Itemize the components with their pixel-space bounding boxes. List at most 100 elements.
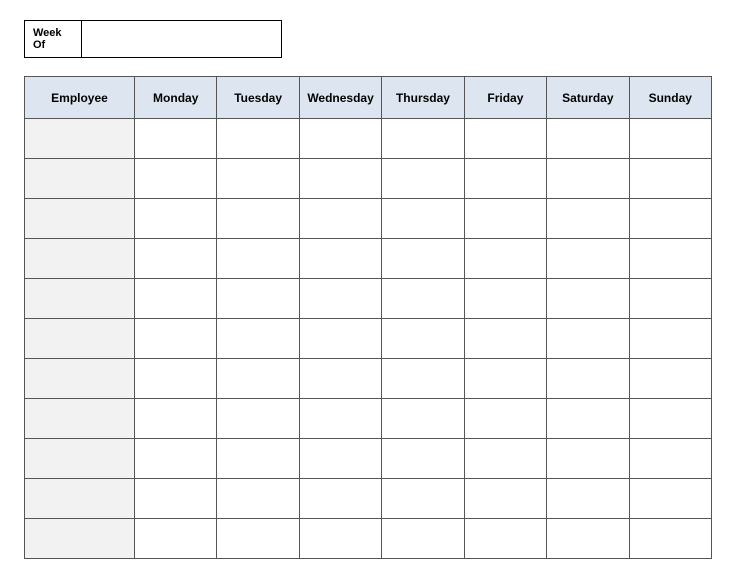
- header-thursday: Thursday: [382, 77, 464, 119]
- day-cell[interactable]: [135, 399, 217, 439]
- table-row: [25, 239, 712, 279]
- day-cell[interactable]: [464, 319, 546, 359]
- day-cell[interactable]: [217, 119, 299, 159]
- day-cell[interactable]: [547, 319, 629, 359]
- header-friday: Friday: [464, 77, 546, 119]
- employee-cell[interactable]: [25, 359, 135, 399]
- employee-cell[interactable]: [25, 439, 135, 479]
- header-wednesday: Wednesday: [299, 77, 381, 119]
- employee-cell[interactable]: [25, 199, 135, 239]
- header-tuesday: Tuesday: [217, 77, 299, 119]
- day-cell[interactable]: [299, 159, 381, 199]
- day-cell[interactable]: [629, 279, 711, 319]
- day-cell[interactable]: [217, 279, 299, 319]
- day-cell[interactable]: [382, 359, 464, 399]
- day-cell[interactable]: [382, 159, 464, 199]
- weekof-value[interactable]: [82, 20, 282, 58]
- day-cell[interactable]: [629, 159, 711, 199]
- day-cell[interactable]: [299, 239, 381, 279]
- table-row: [25, 119, 712, 159]
- day-cell[interactable]: [217, 479, 299, 519]
- day-cell[interactable]: [135, 119, 217, 159]
- day-cell[interactable]: [382, 319, 464, 359]
- table-row: [25, 319, 712, 359]
- day-cell[interactable]: [382, 399, 464, 439]
- day-cell[interactable]: [547, 479, 629, 519]
- day-cell[interactable]: [547, 159, 629, 199]
- day-cell[interactable]: [629, 479, 711, 519]
- day-cell[interactable]: [464, 119, 546, 159]
- day-cell[interactable]: [464, 159, 546, 199]
- day-cell[interactable]: [135, 359, 217, 399]
- day-cell[interactable]: [299, 279, 381, 319]
- day-cell[interactable]: [382, 199, 464, 239]
- day-cell[interactable]: [547, 399, 629, 439]
- day-cell[interactable]: [547, 359, 629, 399]
- day-cell[interactable]: [629, 119, 711, 159]
- day-cell[interactable]: [217, 399, 299, 439]
- employee-cell[interactable]: [25, 159, 135, 199]
- day-cell[interactable]: [135, 439, 217, 479]
- day-cell[interactable]: [135, 199, 217, 239]
- day-cell[interactable]: [629, 319, 711, 359]
- day-cell[interactable]: [217, 319, 299, 359]
- day-cell[interactable]: [135, 319, 217, 359]
- day-cell[interactable]: [382, 239, 464, 279]
- day-cell[interactable]: [299, 519, 381, 559]
- day-cell[interactable]: [217, 519, 299, 559]
- day-cell[interactable]: [629, 359, 711, 399]
- employee-cell[interactable]: [25, 399, 135, 439]
- day-cell[interactable]: [629, 519, 711, 559]
- day-cell[interactable]: [217, 239, 299, 279]
- table-row: [25, 279, 712, 319]
- day-cell[interactable]: [135, 479, 217, 519]
- schedule-body: [25, 119, 712, 559]
- day-cell[interactable]: [464, 199, 546, 239]
- table-row: [25, 199, 712, 239]
- day-cell[interactable]: [217, 439, 299, 479]
- day-cell[interactable]: [135, 159, 217, 199]
- day-cell[interactable]: [464, 399, 546, 439]
- day-cell[interactable]: [382, 479, 464, 519]
- day-cell[interactable]: [629, 239, 711, 279]
- employee-cell[interactable]: [25, 279, 135, 319]
- day-cell[interactable]: [382, 519, 464, 559]
- day-cell[interactable]: [382, 279, 464, 319]
- day-cell[interactable]: [547, 279, 629, 319]
- day-cell[interactable]: [547, 519, 629, 559]
- day-cell[interactable]: [629, 439, 711, 479]
- employee-cell[interactable]: [25, 239, 135, 279]
- day-cell[interactable]: [299, 479, 381, 519]
- day-cell[interactable]: [299, 119, 381, 159]
- day-cell[interactable]: [217, 359, 299, 399]
- day-cell[interactable]: [464, 479, 546, 519]
- day-cell[interactable]: [135, 519, 217, 559]
- employee-cell[interactable]: [25, 519, 135, 559]
- day-cell[interactable]: [135, 279, 217, 319]
- day-cell[interactable]: [217, 159, 299, 199]
- day-cell[interactable]: [382, 439, 464, 479]
- employee-cell[interactable]: [25, 319, 135, 359]
- day-cell[interactable]: [464, 439, 546, 479]
- day-cell[interactable]: [464, 519, 546, 559]
- day-cell[interactable]: [629, 399, 711, 439]
- day-cell[interactable]: [464, 239, 546, 279]
- day-cell[interactable]: [299, 399, 381, 439]
- day-cell[interactable]: [464, 279, 546, 319]
- day-cell[interactable]: [629, 199, 711, 239]
- day-cell[interactable]: [547, 199, 629, 239]
- day-cell[interactable]: [547, 119, 629, 159]
- day-cell[interactable]: [299, 439, 381, 479]
- day-cell[interactable]: [217, 199, 299, 239]
- employee-cell[interactable]: [25, 119, 135, 159]
- day-cell[interactable]: [547, 439, 629, 479]
- day-cell[interactable]: [299, 359, 381, 399]
- day-cell[interactable]: [299, 199, 381, 239]
- day-cell[interactable]: [547, 239, 629, 279]
- employee-cell[interactable]: [25, 479, 135, 519]
- day-cell[interactable]: [299, 319, 381, 359]
- day-cell[interactable]: [464, 359, 546, 399]
- day-cell[interactable]: [135, 239, 217, 279]
- day-cell[interactable]: [382, 119, 464, 159]
- weekof-row: Week Of: [24, 20, 712, 58]
